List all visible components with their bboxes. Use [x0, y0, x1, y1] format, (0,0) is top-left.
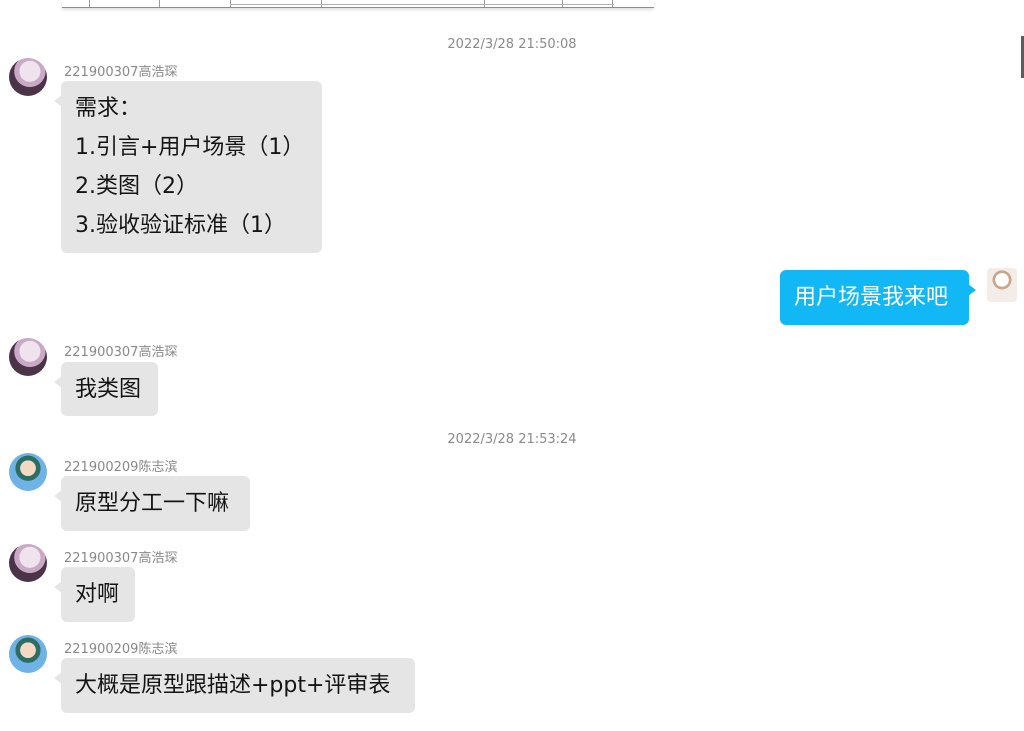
message-bubble[interactable]: 对啊 — [54, 567, 135, 622]
table-row-line — [230, 4, 614, 5]
my-message-bubble[interactable]: 用户场景我来吧 — [780, 270, 976, 325]
message-line: 3.验收验证标准（1） — [75, 213, 286, 238]
message-timestamp: 2022/3/28 21:50:08 — [447, 37, 577, 52]
sender-name: 221900307高浩琛 — [64, 551, 178, 566]
message-timestamp: 2022/3/28 21:53:24 — [447, 432, 577, 447]
table-column-line — [159, 0, 160, 7]
sender-avatar[interactable] — [9, 338, 47, 376]
sender-name: 221900209陈志滨 — [64, 460, 178, 475]
my-avatar[interactable] — [987, 268, 1017, 302]
sender-name: 221900209陈志滨 — [64, 642, 178, 657]
sender-avatar[interactable] — [9, 544, 47, 582]
message-bubble[interactable]: 大概是原型跟描述+ppt+评审表 — [54, 658, 415, 713]
message-bubble[interactable]: 我类图 — [54, 362, 158, 416]
message-line: 1.引言+用户场景（1） — [75, 135, 305, 160]
message-line: 用户场景我来吧 — [794, 285, 949, 310]
sender-avatar[interactable] — [9, 58, 47, 96]
message-bubble[interactable]: 原型分工一下嘛 — [54, 476, 250, 531]
message-bubble[interactable]: 需求： 1.引言+用户场景（1） 2.类图（2） 3.验收验证标准（1） — [54, 81, 322, 253]
message-line: 我类图 — [75, 376, 142, 402]
table-column-line — [89, 0, 90, 7]
sender-name: 221900307高浩琛 — [64, 65, 178, 80]
message-line: 大概是原型跟描述+ppt+评审表 — [75, 673, 391, 698]
message-line: 2.类图（2） — [75, 174, 198, 199]
sender-avatar[interactable] — [9, 635, 47, 673]
message-line: 原型分工一下嘛 — [75, 491, 230, 516]
message-line: 对啊 — [75, 582, 120, 607]
sender-name: 221900307高浩琛 — [64, 345, 178, 360]
table-image-fragment[interactable] — [62, 0, 654, 8]
message-line: 需求： — [75, 96, 142, 121]
sender-avatar[interactable] — [9, 453, 47, 491]
